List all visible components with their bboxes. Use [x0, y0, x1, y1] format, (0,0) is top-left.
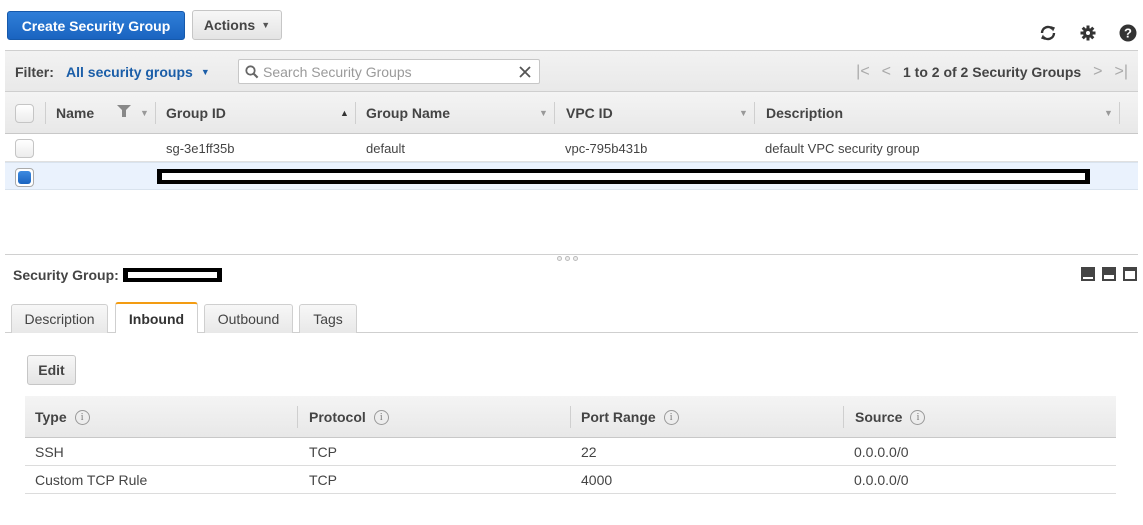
- cell-source: 0.0.0.0/0: [854, 472, 909, 488]
- filter-dropdown[interactable]: All security groups ▼: [66, 64, 210, 80]
- sort-ascending-icon[interactable]: ▲: [340, 108, 349, 118]
- column-label: Port Range: [581, 409, 656, 425]
- tab-tags[interactable]: Tags: [299, 304, 357, 333]
- column-divider: [45, 102, 46, 124]
- column-label: Source: [855, 409, 903, 425]
- refresh-icon[interactable]: [1037, 22, 1059, 44]
- layout-maximize-icon[interactable]: [1123, 267, 1137, 281]
- chevron-down-icon: ▼: [261, 20, 271, 30]
- redacted-security-group-name: [123, 268, 222, 282]
- info-icon[interactable]: i: [74, 409, 90, 425]
- select-all-checkbox-cell: [15, 92, 34, 134]
- chevron-down-icon[interactable]: ▼: [739, 108, 748, 118]
- help-icon[interactable]: ?: [1117, 22, 1139, 44]
- tab-outbound[interactable]: Outbound: [204, 304, 293, 333]
- chevron-down-icon[interactable]: ▼: [140, 108, 149, 118]
- pagination-count: 1 to 2 of 2 Security Groups: [903, 64, 1082, 80]
- column-divider: [297, 406, 298, 428]
- cell-port-range: 4000: [581, 472, 613, 488]
- column-divider: [754, 102, 755, 124]
- rule-row: SSH TCP 22 0.0.0.0/0: [25, 438, 1116, 466]
- column-header-group-name[interactable]: Group Name: [366, 92, 450, 134]
- info-icon[interactable]: i: [663, 409, 679, 425]
- info-icon[interactable]: i: [910, 409, 926, 425]
- details-title: Security Group:: [13, 267, 119, 283]
- column-header-vpc-id[interactable]: VPC ID: [566, 92, 613, 134]
- column-header-name[interactable]: Name: [56, 92, 94, 134]
- row-checkbox-checked[interactable]: [15, 167, 34, 187]
- clear-search-icon[interactable]: [519, 65, 531, 78]
- cell-port-range: 22: [581, 444, 597, 460]
- rule-row: Custom TCP Rule TCP 4000 0.0.0.0/0: [25, 466, 1116, 494]
- create-security-group-button[interactable]: Create Security Group: [7, 11, 185, 40]
- panel-layout-controls: [1081, 267, 1137, 281]
- cell-type: SSH: [35, 444, 64, 460]
- previous-page-icon[interactable]: <: [882, 63, 891, 81]
- groups-table-header: Name ▼ Group ID ▲ Group Name ▼ VPC ID ▼ …: [5, 92, 1138, 134]
- column-label: Type: [35, 409, 67, 425]
- column-header-type: Type i: [35, 396, 90, 438]
- chevron-down-icon[interactable]: ▼: [539, 108, 548, 118]
- chevron-down-icon: ▼: [200, 67, 210, 77]
- column-divider: [355, 102, 356, 124]
- actions-dropdown-button[interactable]: Actions ▼: [192, 10, 282, 40]
- column-divider: [155, 102, 156, 124]
- column-header-group-id[interactable]: Group ID: [166, 92, 226, 134]
- top-icon-bar: ?: [1037, 22, 1139, 44]
- cell-type: Custom TCP Rule: [35, 472, 148, 488]
- search-input[interactable]: [259, 63, 519, 80]
- cell-protocol: TCP: [309, 472, 337, 488]
- next-page-icon[interactable]: >: [1093, 63, 1102, 81]
- actions-label: Actions: [203, 17, 256, 33]
- search-box: [238, 59, 540, 84]
- svg-text:?: ?: [1124, 26, 1132, 41]
- column-header-description[interactable]: Description: [766, 92, 843, 134]
- filter-funnel-icon[interactable]: [117, 104, 131, 121]
- last-page-icon[interactable]: >|: [1115, 63, 1129, 81]
- tab-description[interactable]: Description: [11, 304, 108, 333]
- column-label: Protocol: [309, 409, 366, 425]
- cell-protocol: TCP: [309, 444, 337, 460]
- tab-inbound[interactable]: Inbound: [115, 302, 198, 333]
- splitter-grip-icon[interactable]: [557, 256, 578, 261]
- pagination: |< < 1 to 2 of 2 Security Groups > >|: [856, 63, 1128, 81]
- table-row-selected[interactable]: [5, 162, 1138, 190]
- layout-split-icon[interactable]: [1102, 267, 1116, 281]
- row-checkbox[interactable]: [15, 138, 34, 158]
- column-header-port-range: Port Range i: [581, 396, 679, 438]
- edit-rules-button[interactable]: Edit: [27, 355, 76, 385]
- info-icon[interactable]: i: [373, 409, 389, 425]
- rules-table-header: Type i Protocol i Port Range i Source i: [25, 396, 1116, 438]
- gear-icon[interactable]: [1077, 22, 1099, 44]
- table-row[interactable]: sg-3e1ff35b default vpc-795b431b default…: [5, 134, 1138, 162]
- first-page-icon[interactable]: |<: [856, 63, 870, 81]
- filter-value: All security groups: [66, 64, 193, 80]
- column-divider: [554, 102, 555, 124]
- column-divider: [843, 406, 844, 428]
- chevron-down-icon[interactable]: ▼: [1104, 108, 1113, 118]
- column-header-protocol: Protocol i: [309, 396, 389, 438]
- cell-group-name: default: [366, 140, 406, 156]
- column-divider: [1119, 102, 1120, 124]
- cell-source: 0.0.0.0/0: [854, 444, 909, 460]
- column-header-source: Source i: [855, 396, 926, 438]
- cell-group-id: sg-3e1ff35b: [166, 140, 235, 156]
- panel-splitter[interactable]: [5, 254, 1138, 255]
- layout-minimize-icon[interactable]: [1081, 267, 1095, 281]
- cell-description: default VPC security group: [765, 140, 920, 156]
- filter-label: Filter:: [15, 64, 54, 80]
- search-icon: [245, 64, 259, 79]
- column-divider: [570, 406, 571, 428]
- cell-vpc-id: vpc-795b431b: [565, 140, 648, 156]
- filter-bar: Filter: All security groups ▼ |< < 1 to …: [5, 50, 1138, 92]
- redacted-row-content: [157, 169, 1090, 184]
- select-all-checkbox[interactable]: [15, 103, 34, 123]
